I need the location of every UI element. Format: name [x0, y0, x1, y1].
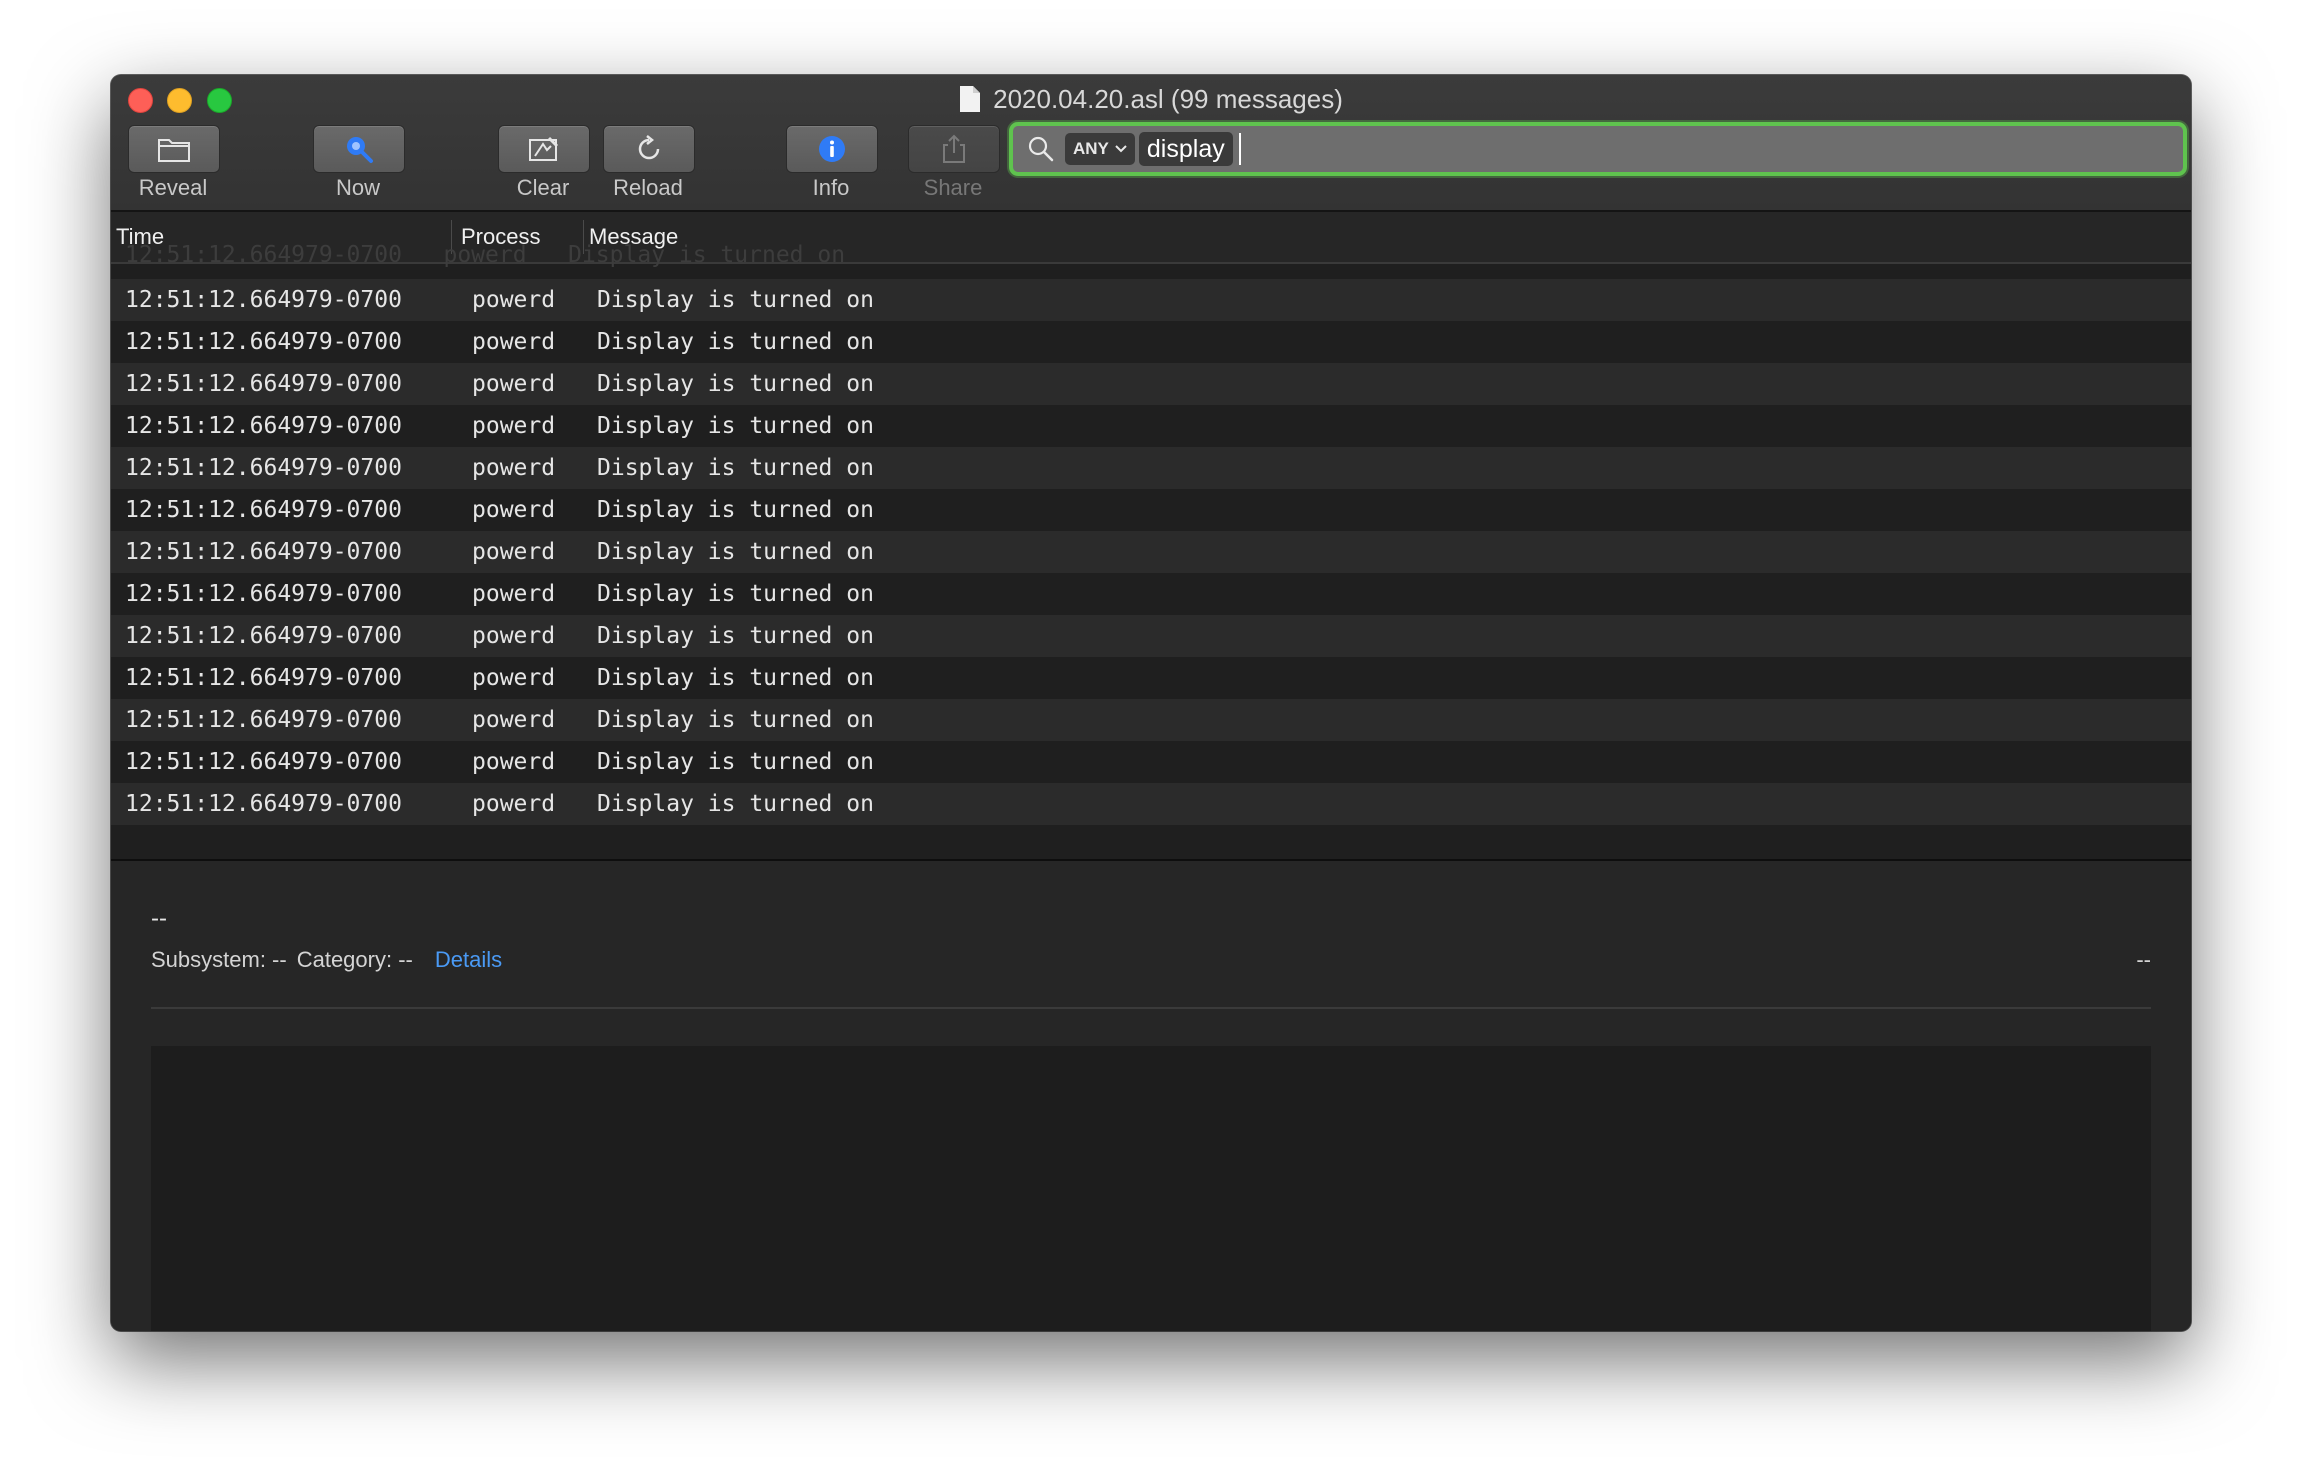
cell-process: powerd — [472, 329, 556, 355]
search-token[interactable]: display — [1138, 132, 1233, 166]
cell-message: Display is turned on — [597, 749, 874, 775]
clear-button[interactable] — [498, 125, 590, 173]
detail-message-body — [151, 1046, 2151, 1331]
cell-time: 12:51:12.664979-0700 — [125, 329, 402, 355]
clear-icon — [529, 136, 559, 161]
details-link[interactable]: Details — [435, 947, 502, 973]
cell-message: Display is turned on — [597, 707, 874, 733]
table-row[interactable]: 12:51:12.664979-0700 powerd Display is tur… — [111, 489, 2191, 531]
search-icon — [1028, 136, 1054, 162]
cell-message: Display is turned on — [597, 287, 874, 313]
cell-time: 12:51:12.664979-0700 — [125, 539, 402, 565]
table-row[interactable]: 12:51:12.664979-0700 powerd Display is tur… — [111, 741, 2191, 783]
console-window: 2020.04.20.asl (99 messages) Reveal Now — [111, 75, 2191, 1331]
cell-process: powerd — [472, 455, 556, 481]
cell-process: powerd — [472, 665, 556, 691]
cell-message: Display is turned on — [597, 497, 874, 523]
reload-button[interactable] — [603, 125, 695, 173]
text-cursor — [1238, 133, 1241, 165]
cell-message: Display is turned on — [597, 329, 874, 355]
cell-message: Display is turned on — [597, 413, 874, 439]
cell-time: 12:51:12.664979-0700 — [125, 413, 402, 439]
search-scope-label: ANY — [1073, 139, 1109, 158]
cell-process: powerd — [472, 413, 556, 439]
cell-process: powerd — [472, 623, 556, 649]
detail-right-value: -- — [2136, 947, 2151, 972]
cell-message: Display is turned on — [597, 665, 874, 691]
table-row[interactable]: 12:51:12.664979-0700 powerd Display is tur… — [111, 783, 2191, 825]
document-icon — [960, 86, 981, 112]
now-button[interactable] — [313, 125, 405, 173]
table-row[interactable]: 12:51:12.664979-0700 powerd Display is tur… — [111, 321, 2191, 363]
cell-process: powerd — [472, 707, 556, 733]
detail-title: -- — [151, 905, 167, 932]
search-token-text: display — [1146, 134, 1225, 163]
detail-divider — [151, 1007, 2151, 1009]
info-button[interactable] — [786, 125, 878, 173]
cell-time: 12:51:12.664979-0700 — [125, 665, 402, 691]
table-row[interactable]: 12:51:12.664979-0700 powerd Display is tur… — [111, 573, 2191, 615]
share-icon — [943, 134, 965, 163]
title-bar: 2020.04.20.asl (99 messages) Reveal Now — [111, 75, 2191, 212]
cell-time: 12:51:12.664979-0700 — [125, 455, 402, 481]
cell-time: 12:51:12.664979-0700 — [125, 497, 402, 523]
now-label: Now — [335, 175, 380, 200]
table-row[interactable]: 12:51:12.664979-0700 powerd Display is tur… — [111, 657, 2191, 699]
cell-message: Display is turned on — [597, 455, 874, 481]
cell-message: Display is turned on — [597, 581, 874, 607]
cell-process: powerd — [472, 749, 556, 775]
chevron-down-icon — [1115, 145, 1127, 153]
reload-label: Reload — [613, 175, 683, 200]
search-scope-dropdown[interactable]: ANY — [1065, 133, 1135, 165]
table-row[interactable]: 12:51:12.664979-0700 powerd Display is tur… — [111, 699, 2191, 741]
cell-message: Display is turned on — [597, 623, 874, 649]
search-field[interactable]: ANY display — [1009, 122, 2187, 176]
info-label: Info — [812, 175, 850, 200]
subsystem-label: Subsystem: -- — [151, 947, 287, 972]
reload-icon — [638, 135, 660, 160]
table-row[interactable]: 12:51:12.664979-0700 powerd Display is tur… — [111, 405, 2191, 447]
cell-message: Display is turned on — [597, 371, 874, 397]
detail-meta: Subsystem: -- Category: -- Details — [151, 947, 502, 973]
table-row[interactable]: 12:51:12.664979-0700 powerd Display is tur… — [111, 279, 2191, 321]
cell-process: powerd — [472, 791, 556, 817]
share-button[interactable] — [908, 125, 1000, 173]
table-row[interactable]: 12:51:12.664979-0700 powerd Display is tur… — [111, 615, 2191, 657]
window-title: 2020.04.20.asl (99 messages) — [111, 81, 2191, 117]
cell-process: powerd — [472, 497, 556, 523]
cell-time: 12:51:12.664979-0700 — [125, 623, 402, 649]
cell-process: powerd — [472, 371, 556, 397]
table-row[interactable]: 12:51:12.664979-0700 powerd Display is tur… — [111, 531, 2191, 573]
cell-time: 12:51:12.664979-0700 — [125, 371, 402, 397]
info-icon — [819, 136, 845, 162]
cell-time: 12:51:12.664979-0700 — [125, 707, 402, 733]
category-label: Category: -- — [296, 947, 413, 972]
reveal-button[interactable] — [128, 125, 220, 173]
cell-process: powerd — [472, 287, 556, 313]
log-table: 12:51:12.664979-0700 powerd Display is tur… — [111, 279, 2191, 825]
folder-icon — [158, 139, 190, 162]
table-row[interactable]: 12:51:12.664979-0700 powerd Display is tur… — [111, 447, 2191, 489]
cell-message: Display is turned on — [597, 539, 874, 565]
detail-pane: -- Subsystem: -- Category: -- Details -- — [111, 861, 2191, 1331]
magnifier-now-icon — [347, 137, 373, 163]
cell-time: 12:51:12.664979-0700 — [125, 749, 402, 775]
partially-hidden-row: 12:51:12.664979-0700 powerd Display is t… — [125, 242, 846, 268]
cell-process: powerd — [472, 539, 556, 565]
cell-message: Display is turned on — [597, 791, 874, 817]
table-row[interactable]: 12:51:12.664979-0700 powerd Display is tur… — [111, 363, 2191, 405]
share-label: Share — [923, 175, 983, 200]
clear-label: Clear — [516, 175, 570, 200]
cell-time: 12:51:12.664979-0700 — [125, 287, 402, 313]
cell-process: powerd — [472, 581, 556, 607]
cell-time: 12:51:12.664979-0700 — [125, 791, 402, 817]
reveal-label: Reveal — [138, 175, 208, 200]
cell-time: 12:51:12.664979-0700 — [125, 581, 402, 607]
window-title-text: 2020.04.20.asl (99 messages) — [993, 84, 1343, 114]
